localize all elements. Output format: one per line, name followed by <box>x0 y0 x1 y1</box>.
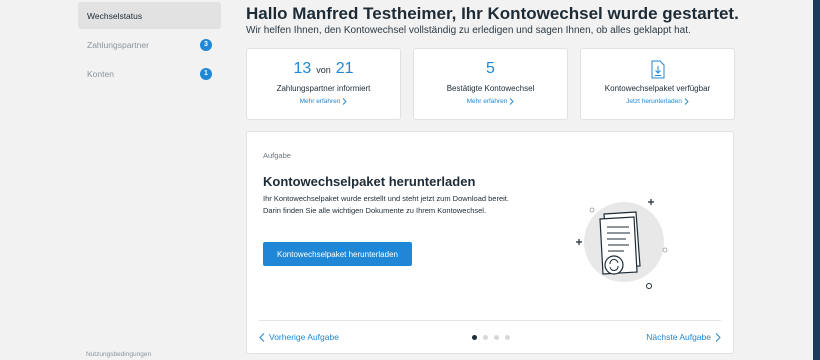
chevron-right-icon <box>684 98 689 105</box>
terms-link[interactable]: Nutzungsbedingungen <box>86 351 151 358</box>
previous-task-link[interactable]: Vorherige Aufgabe <box>259 332 339 342</box>
stat-value: 13 von 21 <box>293 60 353 80</box>
more-info-label: Mehr erfahren <box>299 98 341 105</box>
task-description: Ihr Kontowechselpaket wurde erstellt und… <box>263 193 543 216</box>
pagination-dots <box>472 335 510 340</box>
pagination-dot-active[interactable] <box>472 335 477 340</box>
sidebar-item-label: Wechselstatus <box>87 10 143 21</box>
task-description-line: Darin finden Sie alle wichtigen Dokument… <box>263 205 487 215</box>
page-title: Hallo Manfred Testheimer, Ihr Kontowechs… <box>246 4 739 23</box>
chevron-right-icon <box>715 332 721 342</box>
more-info-label: Mehr erfahren <box>466 98 508 105</box>
download-now-link[interactable]: Jetzt herunterladen <box>626 98 689 105</box>
pagination-dot[interactable] <box>505 335 510 340</box>
sidebar: Wechselstatus Zahlungspartner 3 Konten 1 <box>78 2 221 89</box>
sidebar-item-wechselstatus[interactable]: Wechselstatus <box>78 2 221 29</box>
stat-value: 5 <box>486 60 495 80</box>
stat-total: 21 <box>335 60 354 77</box>
sidebar-item-zahlungspartner[interactable]: Zahlungspartner 3 <box>78 31 221 58</box>
pagination-dot[interactable] <box>483 335 488 340</box>
stat-separator: von <box>316 65 331 75</box>
stat-card-confirmed: 5 Bestätigte Kontowechsel Mehr erfahren <box>413 48 568 120</box>
count-badge: 1 <box>200 67 212 80</box>
chevron-right-icon <box>343 98 348 105</box>
download-package-button[interactable]: Kontowechselpaket herunterladen <box>263 242 412 266</box>
stat-count: 5 <box>486 60 495 77</box>
stat-caption: Kontowechselpaket verfügbar <box>604 84 711 93</box>
more-info-link[interactable]: Mehr erfahren <box>467 98 515 105</box>
count-badge: 3 <box>200 38 212 51</box>
more-info-link[interactable]: Mehr erfahren <box>300 98 348 105</box>
page-subtitle: Wir helfen Ihnen, den Kontowechsel volls… <box>246 25 691 36</box>
stat-count: 13 <box>293 60 312 77</box>
sidebar-item-label: Zahlungspartner <box>87 39 149 50</box>
task-panel: Aufgabe Kontowechselpaket herunterladen … <box>246 131 734 354</box>
next-task-label: Nächste Aufgabe <box>646 332 711 342</box>
chevron-right-icon <box>510 98 515 105</box>
stat-caption: Bestätigte Kontowechsel <box>446 84 535 93</box>
stat-card-package: Kontowechselpaket verfügbar Jetzt herunt… <box>580 48 735 120</box>
chevron-left-icon <box>259 332 265 342</box>
next-task-link[interactable]: Nächste Aufgabe <box>646 332 721 342</box>
task-description-line: Ihr Kontowechselpaket wurde erstellt und… <box>263 194 509 203</box>
task-title: Kontowechselpaket herunterladen <box>263 174 476 189</box>
stat-card-informed: 13 von 21 Zahlungspartner informiert Meh… <box>246 48 401 120</box>
previous-task-label: Vorherige Aufgabe <box>269 332 339 342</box>
task-kicker: Aufgabe <box>263 151 291 160</box>
document-package-illustration <box>576 199 668 289</box>
sidebar-item-label: Konten <box>87 68 114 79</box>
sidebar-item-konten[interactable]: Konten 1 <box>78 60 221 87</box>
stat-caption: Zahlungspartner informiert <box>276 84 371 93</box>
pagination-dot[interactable] <box>494 335 499 340</box>
window-edge-strip <box>813 0 820 360</box>
divider <box>259 320 721 321</box>
download-now-label: Jetzt herunterladen <box>626 98 682 105</box>
download-document-icon <box>651 60 665 80</box>
